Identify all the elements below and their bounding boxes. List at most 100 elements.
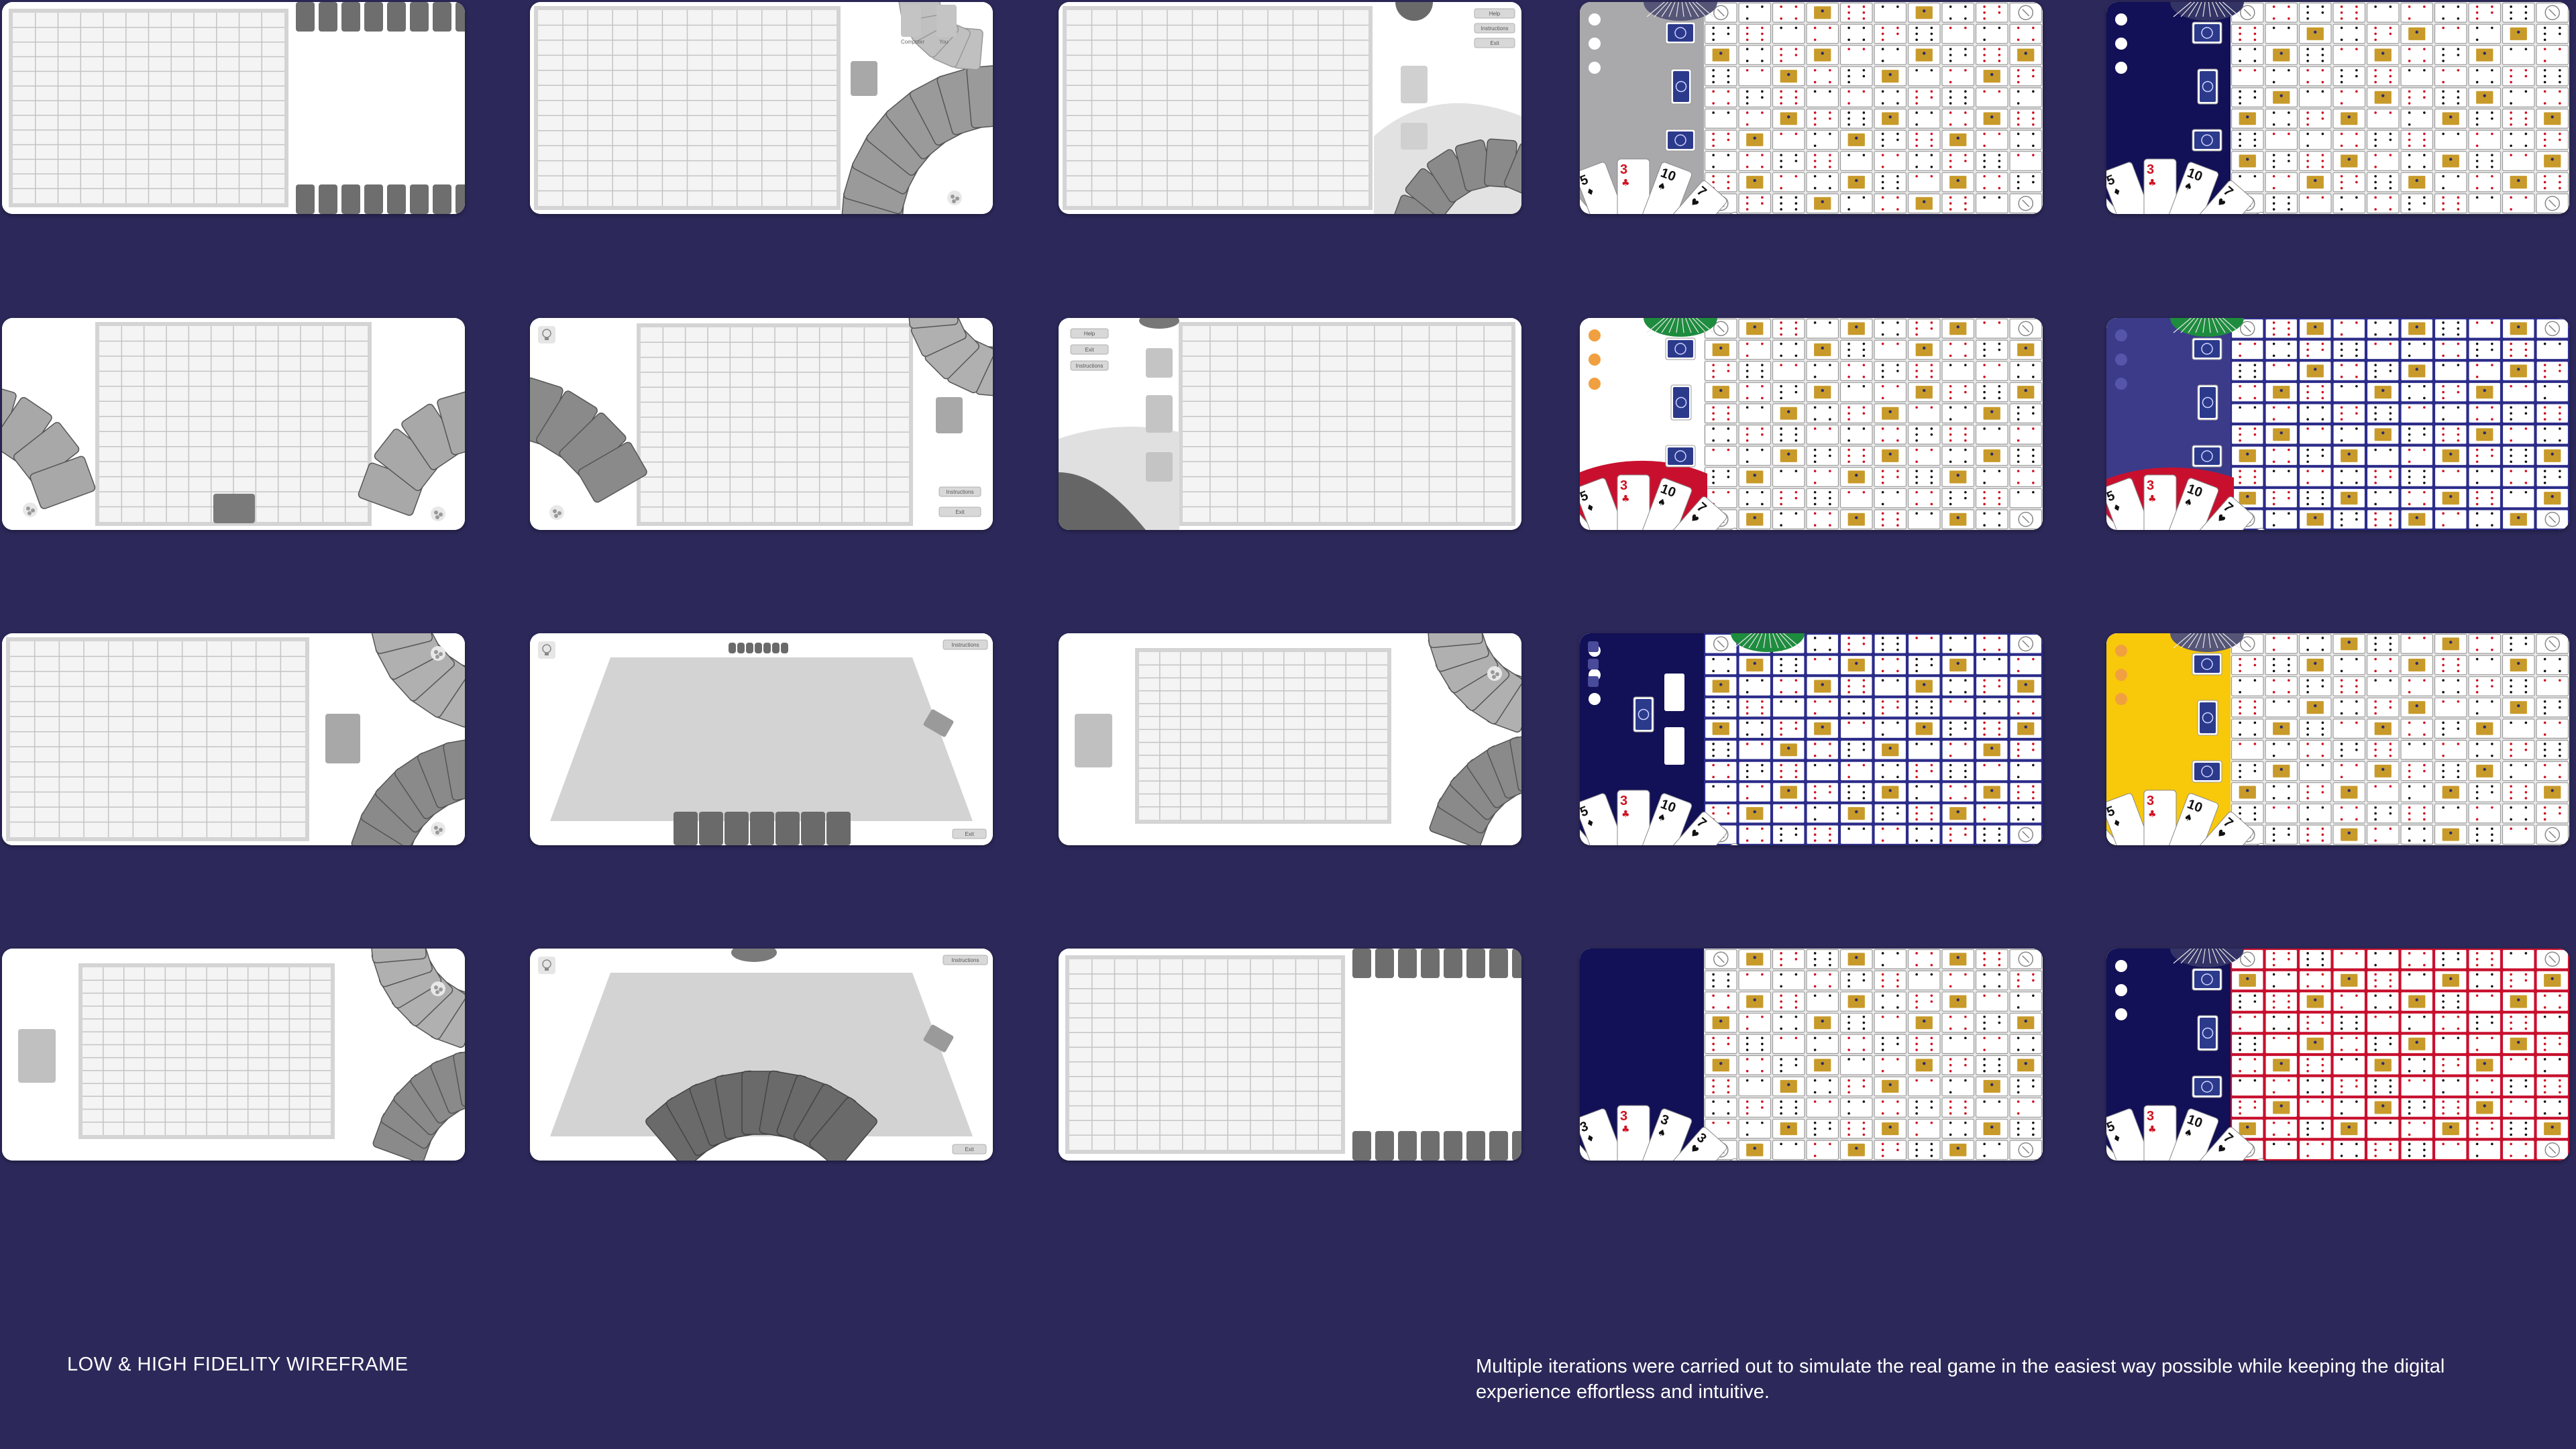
card-slot[interactable] xyxy=(296,2,315,32)
board-card-cell[interactable] xyxy=(1704,424,1737,445)
board-card-cell[interactable] xyxy=(2400,949,2434,969)
card-slot[interactable] xyxy=(364,2,383,32)
menu-dot-button[interactable] xyxy=(1589,38,1601,50)
board-card-cell[interactable] xyxy=(2231,66,2264,87)
free-corner-cell[interactable] xyxy=(2536,633,2569,654)
board-card-cell[interactable] xyxy=(1704,66,1737,87)
board-card-cell[interactable] xyxy=(1772,129,1805,150)
card-slot[interactable] xyxy=(746,643,753,653)
board-card-cell[interactable] xyxy=(1907,676,1941,696)
free-corner-cell[interactable] xyxy=(2009,318,2043,339)
board-card-cell[interactable] xyxy=(2298,23,2332,44)
board-card-cell[interactable] xyxy=(2366,509,2400,530)
board-card-cell[interactable] xyxy=(2265,66,2298,87)
board-card-cell[interactable] xyxy=(2502,339,2535,360)
board-card-cell[interactable] xyxy=(1738,361,1772,381)
board-card-cell[interactable] xyxy=(2332,318,2366,339)
board-card-cell[interactable] xyxy=(2265,761,2298,782)
board-card-cell[interactable] xyxy=(2332,803,2366,824)
card-slot[interactable] xyxy=(737,643,745,653)
board-card-cell[interactable] xyxy=(1874,151,1907,171)
board-card-cell[interactable] xyxy=(2536,129,2569,150)
board-card-cell[interactable] xyxy=(1806,45,1839,65)
board-card-cell[interactable] xyxy=(1975,991,2008,1012)
board-card-cell[interactable] xyxy=(1941,403,1975,424)
board-card-cell[interactable] xyxy=(2231,676,2264,696)
board-card-cell[interactable] xyxy=(2502,382,2535,402)
board-card-cell[interactable] xyxy=(2265,467,2298,487)
board-card-cell[interactable] xyxy=(1907,633,1941,654)
board-card-cell[interactable] xyxy=(2366,129,2400,150)
board-card-cell[interactable] xyxy=(2298,1140,2332,1161)
board-card-cell[interactable] xyxy=(1772,1012,1805,1033)
board-card-cell[interactable] xyxy=(1839,949,1873,969)
board-card-cell[interactable] xyxy=(2265,949,2298,969)
board-card-cell[interactable] xyxy=(2265,129,2298,150)
board-card-cell[interactable] xyxy=(2400,445,2434,466)
deck-card[interactable] xyxy=(1665,337,1696,360)
board-card-cell[interactable] xyxy=(1704,697,1737,718)
board-card-cell[interactable] xyxy=(1941,318,1975,339)
board-card-cell[interactable] xyxy=(1738,991,1772,1012)
board-card-cell[interactable] xyxy=(2366,2,2400,23)
board-card-cell[interactable] xyxy=(2366,1118,2400,1139)
board-card-cell[interactable] xyxy=(2265,1097,2298,1118)
card-slot[interactable] xyxy=(387,184,406,214)
board-card-cell[interactable] xyxy=(1772,697,1805,718)
board-card-cell[interactable] xyxy=(1874,108,1907,129)
board-card-cell[interactable] xyxy=(1839,318,1873,339)
board-card-cell[interactable] xyxy=(1806,467,1839,487)
board-card-cell[interactable] xyxy=(1975,424,2008,445)
board-card-cell[interactable] xyxy=(1874,87,1907,108)
board-card-cell[interactable] xyxy=(2298,403,2332,424)
card-slot[interactable] xyxy=(755,643,762,653)
board-card-cell[interactable] xyxy=(2434,382,2467,402)
board-card-cell[interactable] xyxy=(2434,1140,2467,1161)
board-card-cell[interactable] xyxy=(1772,803,1805,824)
board-card-cell[interactable] xyxy=(2009,129,2043,150)
board-card-cell[interactable] xyxy=(2231,424,2264,445)
board-card-cell[interactable] xyxy=(1941,718,1975,739)
board-card-cell[interactable] xyxy=(1738,824,1772,845)
board-card-cell[interactable] xyxy=(2231,151,2264,171)
board-card-cell[interactable] xyxy=(1806,824,1839,845)
board-card-cell[interactable] xyxy=(2502,655,2535,676)
board-card-cell[interactable] xyxy=(2231,1034,2264,1055)
board-card-cell[interactable] xyxy=(1907,361,1941,381)
card-slot[interactable] xyxy=(1375,1131,1394,1161)
board-card-cell[interactable] xyxy=(1806,66,1839,87)
board-card-cell[interactable] xyxy=(2332,382,2366,402)
deck-card[interactable] xyxy=(1665,445,1696,468)
board-card-cell[interactable] xyxy=(2468,382,2502,402)
hand-card[interactable]: 3♣ xyxy=(1617,158,1650,214)
board-card-cell[interactable] xyxy=(1874,129,1907,150)
board-card-cell[interactable] xyxy=(1907,172,1941,193)
board-card-cell[interactable] xyxy=(2298,361,2332,381)
board-card-cell[interactable] xyxy=(2434,403,2467,424)
board-card-cell[interactable] xyxy=(2009,361,2043,381)
board-card-cell[interactable] xyxy=(1738,761,1772,782)
board-card-cell[interactable] xyxy=(1839,488,1873,508)
board-card-cell[interactable] xyxy=(1839,445,1873,466)
card-slot[interactable] xyxy=(1352,949,1371,978)
board-card-cell[interactable] xyxy=(1772,87,1805,108)
board-card-cell[interactable] xyxy=(2536,655,2569,676)
board-card-cell[interactable] xyxy=(1839,23,1873,44)
board-card-cell[interactable] xyxy=(2265,633,2298,654)
deck-card[interactable] xyxy=(2197,700,2218,736)
board-card-cell[interactable] xyxy=(1704,129,1737,150)
board-card-cell[interactable] xyxy=(2265,824,2298,845)
board-card-cell[interactable] xyxy=(1941,45,1975,65)
board-card-cell[interactable] xyxy=(1738,1076,1772,1097)
board-card-cell[interactable] xyxy=(1874,1118,1907,1139)
board-card-cell[interactable] xyxy=(1874,676,1907,696)
board-card-cell[interactable] xyxy=(2366,467,2400,487)
deck-card[interactable] xyxy=(2192,445,2222,468)
board-card-cell[interactable] xyxy=(1941,467,1975,487)
board-card-cell[interactable] xyxy=(2536,87,2569,108)
board-card-cell[interactable] xyxy=(1772,339,1805,360)
board-card-cell[interactable] xyxy=(1907,382,1941,402)
board-card-cell[interactable] xyxy=(2231,403,2264,424)
board-card-cell[interactable] xyxy=(2502,424,2535,445)
board-card-cell[interactable] xyxy=(2400,339,2434,360)
